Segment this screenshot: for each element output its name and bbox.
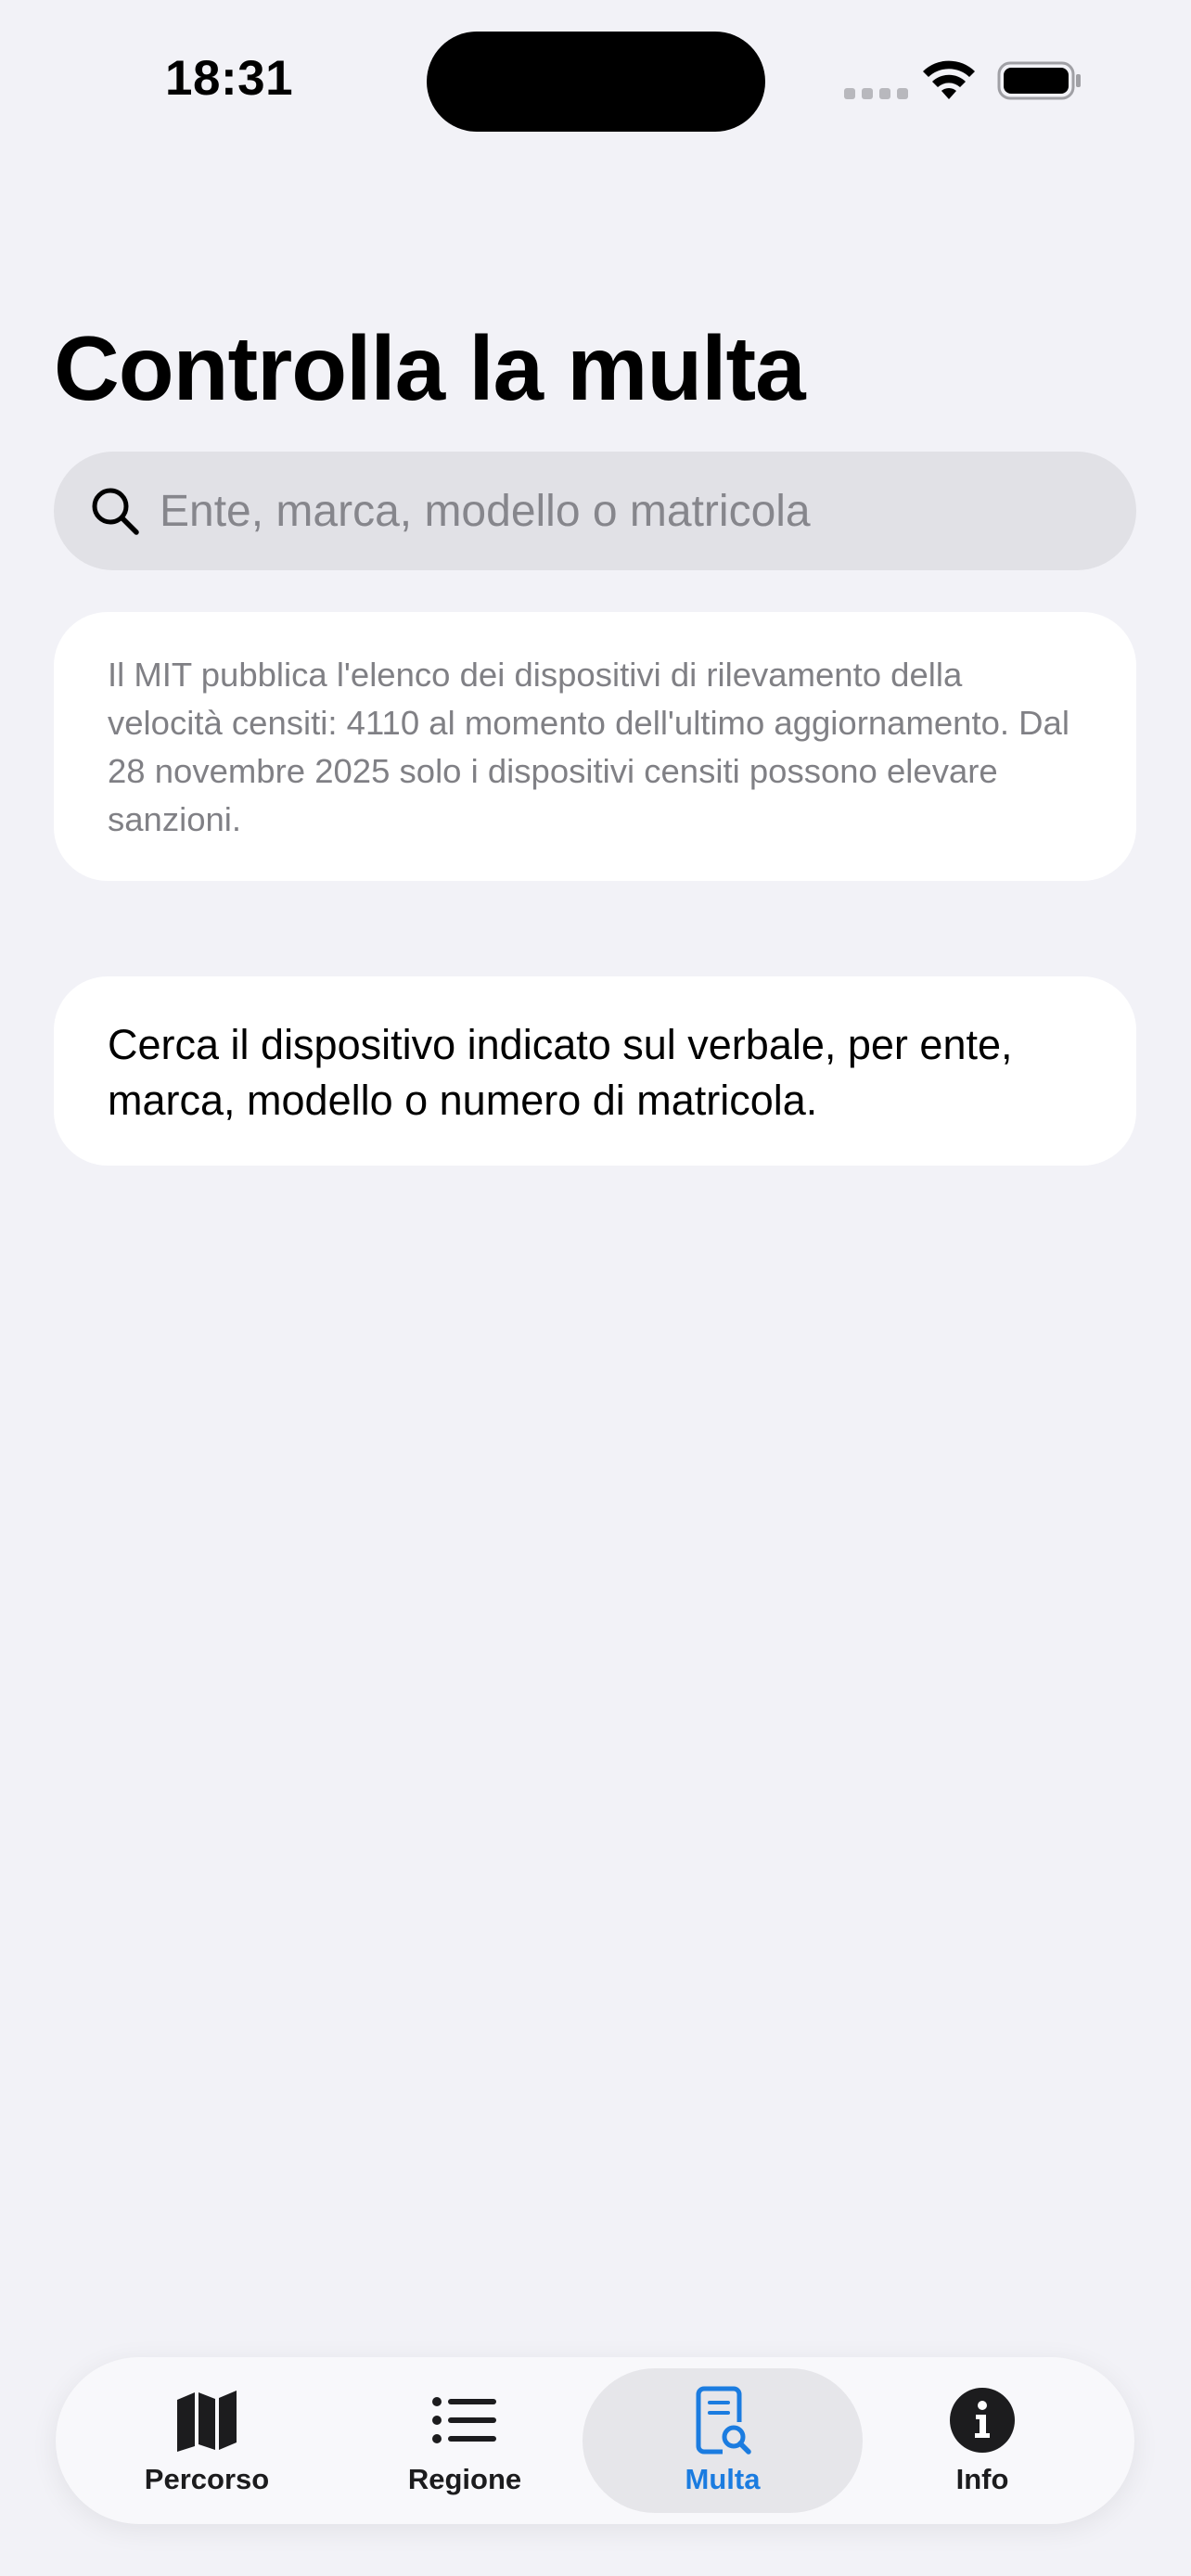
tab-regione[interactable]: Regione: [325, 2368, 605, 2513]
info-card: Il MIT pubblica l'elenco dei dispositivi…: [54, 612, 1136, 881]
battery-icon: [997, 61, 1081, 100]
signal-dots-icon: [844, 88, 908, 99]
list-icon: [432, 2397, 496, 2443]
map-icon: [177, 2391, 237, 2452]
dynamic-island: [427, 32, 765, 132]
wifi-icon: [923, 60, 975, 99]
page-title: Controlla la multa: [54, 317, 806, 419]
tab-label-regione: Regione: [407, 2463, 522, 2495]
tab-percorso[interactable]: Percorso: [67, 2368, 347, 2513]
tab-bar: Percorso Regione Multa Info: [56, 2357, 1134, 2524]
hint-card-text: Cerca il dispositivo indicato sul verbal…: [108, 1021, 1013, 1124]
info-card-text: Il MIT pubblica l'elenco dei dispositivi…: [108, 656, 1069, 838]
info-icon: [950, 2388, 1015, 2453]
status-time: 18:31: [165, 51, 294, 106]
search-input[interactable]: [160, 452, 1106, 570]
tab-label-multa: Multa: [685, 2463, 761, 2495]
document-search-icon: [696, 2386, 751, 2455]
tab-label-percorso: Percorso: [144, 2463, 270, 2495]
search-bar[interactable]: [54, 452, 1136, 570]
tab-label-info: Info: [955, 2463, 1009, 2495]
search-icon: [92, 488, 139, 535]
tab-info[interactable]: Info: [842, 2368, 1122, 2513]
hint-card: Cerca il dispositivo indicato sul verbal…: [54, 976, 1136, 1166]
tab-multa[interactable]: Multa: [583, 2368, 863, 2513]
